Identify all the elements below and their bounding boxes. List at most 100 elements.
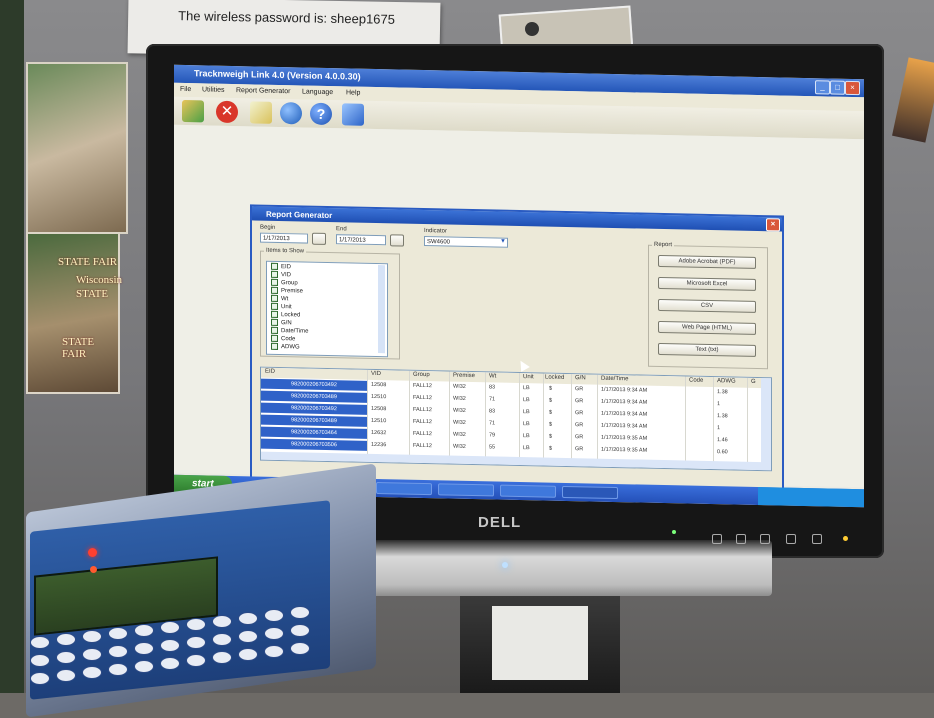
device-key[interactable] xyxy=(108,645,128,658)
device-key[interactable] xyxy=(186,618,206,631)
column-header[interactable]: Code xyxy=(689,378,703,384)
eid-cell[interactable]: 982000206703489 xyxy=(261,414,367,427)
column-header[interactable]: Group xyxy=(413,372,430,378)
item-vid[interactable]: VID xyxy=(271,270,291,278)
device-key[interactable] xyxy=(290,642,310,655)
device-key[interactable] xyxy=(30,636,50,649)
checkbox-icon[interactable] xyxy=(271,326,278,334)
excel-report-button[interactable]: Microsoft Excel xyxy=(658,276,756,291)
column-header[interactable]: Locked xyxy=(545,375,564,381)
column-header[interactable]: Premise xyxy=(453,373,475,379)
minimize-icon[interactable]: _ xyxy=(815,80,830,95)
pdf-report-button[interactable]: Adobe Acrobat (PDF) xyxy=(658,254,756,269)
device-key[interactable] xyxy=(264,627,284,640)
globe-icon[interactable] xyxy=(280,101,302,125)
checkbox-icon[interactable] xyxy=(271,262,278,270)
device-key[interactable] xyxy=(264,645,284,658)
monitor-button[interactable] xyxy=(812,534,822,544)
device-key[interactable] xyxy=(82,648,102,661)
indicator-select[interactable]: SW4600 xyxy=(424,236,508,248)
device-key[interactable] xyxy=(160,639,180,652)
checkbox-icon[interactable] xyxy=(271,302,278,310)
checkbox-icon[interactable] xyxy=(271,270,278,278)
device-key[interactable] xyxy=(290,606,310,619)
device-key[interactable] xyxy=(134,624,154,637)
eid-cell[interactable]: 982000206703506 xyxy=(261,438,367,451)
begin-calendar-button[interactable] xyxy=(312,232,326,245)
eid-cell[interactable]: 982000206703489 xyxy=(261,390,367,403)
device-key[interactable] xyxy=(290,624,310,637)
device-key[interactable] xyxy=(238,612,258,625)
column-header[interactable]: EID xyxy=(265,369,275,375)
menu-report-generator[interactable]: Report Generator xyxy=(236,87,290,95)
column-header[interactable]: G xyxy=(751,379,756,385)
taskbar-item[interactable] xyxy=(438,483,494,497)
column-header[interactable]: Wt xyxy=(489,373,496,379)
power-button-icon[interactable] xyxy=(843,536,848,541)
device-key[interactable] xyxy=(56,669,76,682)
html-report-button[interactable]: Web Page (HTML) xyxy=(658,320,756,335)
item-code[interactable]: Code xyxy=(271,334,295,342)
column-header[interactable]: Date/Time xyxy=(601,376,628,383)
device-key[interactable] xyxy=(212,651,232,664)
taskbar-item[interactable] xyxy=(376,482,432,496)
item-wt[interactable]: Wt xyxy=(271,294,288,302)
menu-file[interactable]: File xyxy=(180,86,191,93)
cancel-icon[interactable]: ✕ xyxy=(216,100,238,124)
grid-vertical-scrollbar[interactable] xyxy=(761,378,771,471)
monitor-button[interactable] xyxy=(736,534,746,544)
results-grid[interactable]: EID VID Group Premise Wt Unit Locked G/N… xyxy=(260,366,772,472)
device-key[interactable] xyxy=(160,621,180,634)
dialog-close-icon[interactable]: × xyxy=(766,218,780,232)
checkbox-icon[interactable] xyxy=(271,342,278,350)
checkbox-icon[interactable] xyxy=(271,334,278,342)
csv-report-button[interactable]: CSV xyxy=(658,298,756,313)
device-key[interactable] xyxy=(134,660,154,673)
item-premise[interactable]: Premise xyxy=(271,286,303,295)
device-key[interactable] xyxy=(108,663,128,676)
device-key[interactable] xyxy=(30,654,50,667)
checkbox-icon[interactable] xyxy=(271,278,278,286)
device-key[interactable] xyxy=(82,666,102,679)
column-header[interactable]: VID xyxy=(371,371,381,377)
menu-utilities[interactable]: Utilities xyxy=(202,86,225,93)
eid-cell[interactable]: 982000206703492 xyxy=(261,378,367,391)
checkbox-icon[interactable] xyxy=(271,286,278,294)
monitor-button[interactable] xyxy=(786,534,796,544)
device-key[interactable] xyxy=(186,654,206,667)
device-key[interactable] xyxy=(212,633,232,646)
checkbox-icon[interactable] xyxy=(271,310,278,318)
device-key[interactable] xyxy=(108,627,128,640)
help-icon[interactable]: ? xyxy=(310,102,332,126)
monitor-button[interactable] xyxy=(760,534,770,544)
eid-cell[interactable]: 982000206703464 xyxy=(261,426,367,439)
arrow-icon[interactable] xyxy=(342,103,364,126)
item-adwg[interactable]: ADWG xyxy=(271,342,300,350)
eid-cell[interactable]: 982000206703492 xyxy=(261,402,367,415)
menu-language[interactable]: Language xyxy=(302,88,333,96)
end-calendar-button[interactable] xyxy=(390,234,404,247)
monitor-button[interactable] xyxy=(712,534,722,544)
menu-help[interactable]: Help xyxy=(346,89,360,96)
device-key[interactable] xyxy=(186,636,206,649)
device-key[interactable] xyxy=(30,672,50,685)
item-locked[interactable]: Locked xyxy=(271,310,300,318)
begin-date-input[interactable]: 1/17/2013 xyxy=(260,232,308,244)
item-group[interactable]: Group xyxy=(271,278,298,286)
taskbar-item[interactable] xyxy=(562,485,618,500)
device-key[interactable] xyxy=(134,642,154,655)
item-datetime[interactable]: Date/Time xyxy=(271,326,308,335)
device-key[interactable] xyxy=(238,648,258,661)
transfer-icon[interactable] xyxy=(182,99,204,123)
close-icon[interactable]: × xyxy=(845,80,860,96)
item-gn[interactable]: G/N xyxy=(271,318,292,326)
end-date-input[interactable]: 1/17/2013 xyxy=(336,234,386,246)
text-report-button[interactable]: Text (txt) xyxy=(658,342,756,357)
checkbox-icon[interactable] xyxy=(271,294,278,302)
maximize-icon[interactable]: □ xyxy=(830,80,845,95)
device-key[interactable] xyxy=(56,651,76,664)
taskbar-item[interactable] xyxy=(500,484,556,498)
device-key[interactable] xyxy=(160,657,180,670)
column-header[interactable]: Unit xyxy=(523,374,534,380)
column-header[interactable]: ADWG xyxy=(717,378,736,384)
